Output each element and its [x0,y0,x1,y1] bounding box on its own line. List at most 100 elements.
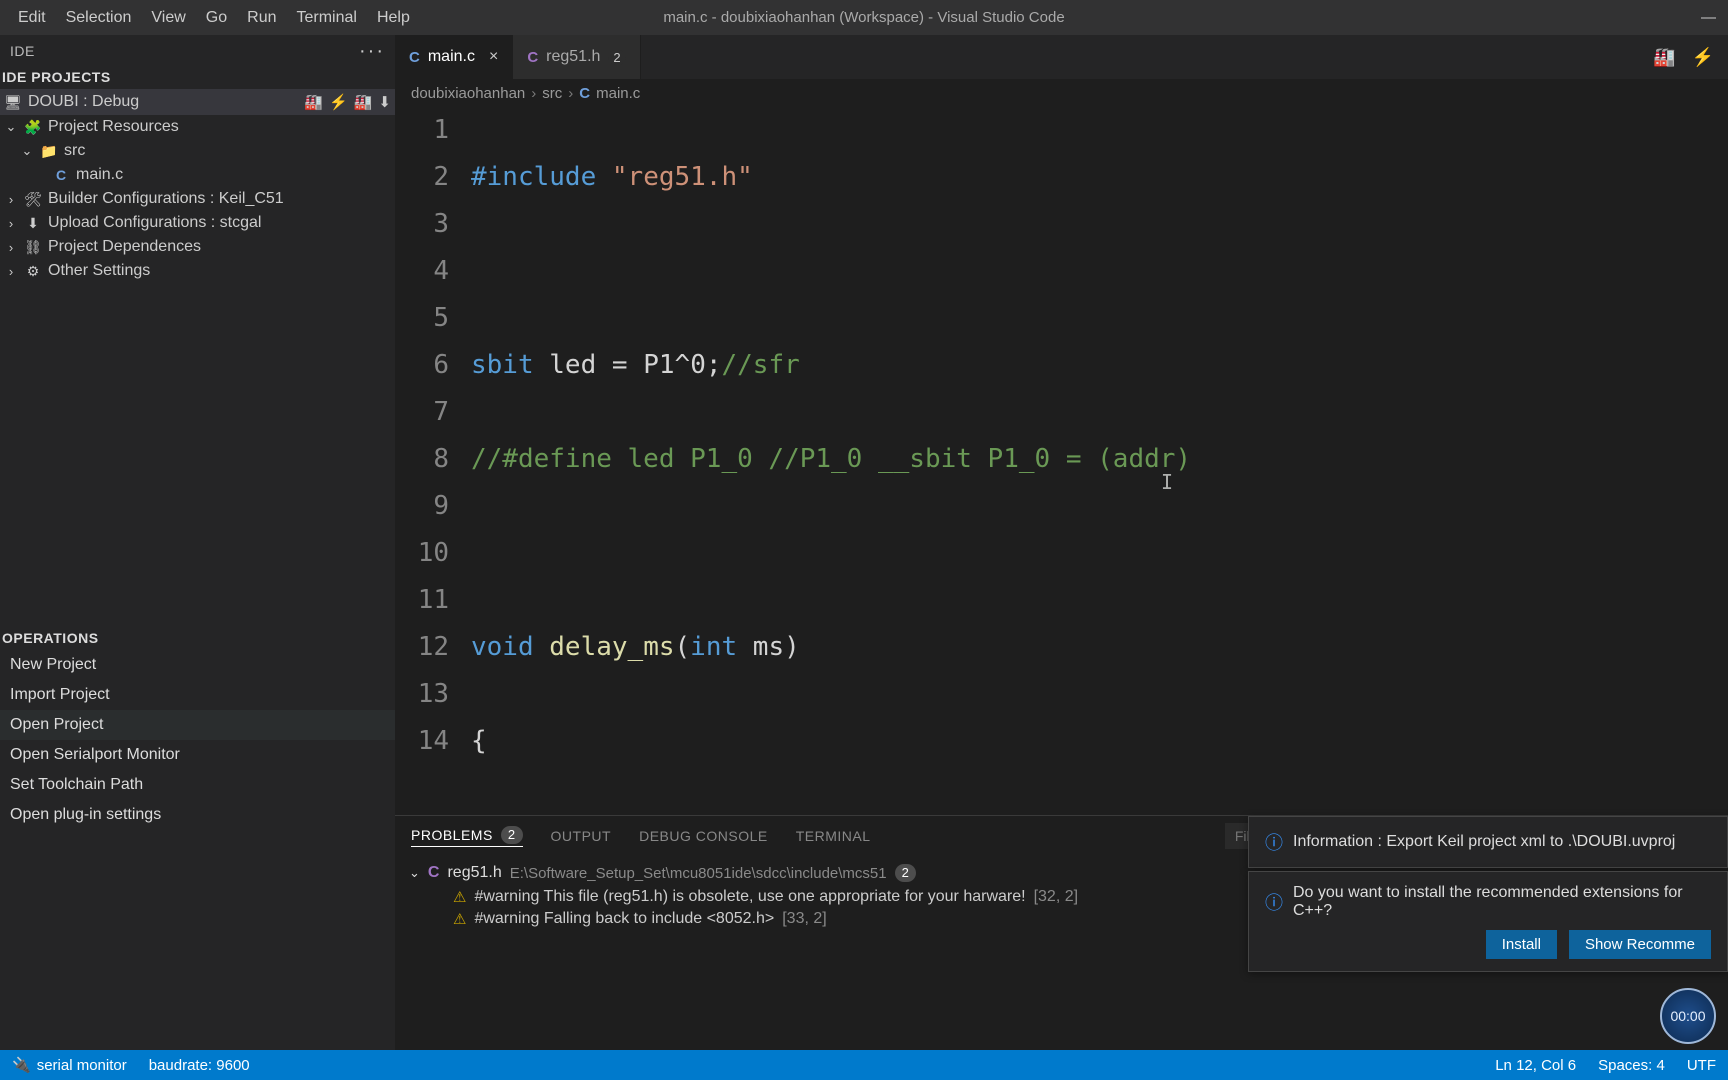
flash-icon[interactable]: ⚡ [1692,47,1714,68]
c-file-icon: C [579,85,590,102]
problem-file-count: 2 [895,864,916,882]
c-file-icon: C [428,864,440,882]
menu-terminal[interactable]: Terminal [287,3,367,33]
notification-text: Do you want to install the recommended e… [1293,884,1711,920]
crumb[interactable]: src [542,85,562,102]
chevron-right-icon: › [531,85,536,102]
menu-go[interactable]: Go [196,3,237,33]
tab-main-c[interactable]: C main.c × [395,35,513,79]
build-icon[interactable]: 🏭 [304,93,323,111]
close-icon[interactable]: × [489,48,498,66]
problem-text: #warning This file (reg51.h) is obsolete… [474,888,1025,906]
warning-icon: ⚠ [453,888,466,906]
tab-label: main.c [428,48,475,66]
code-content[interactable]: #include "reg51.h" sbit led = P1^0;//sfr… [471,107,1728,815]
chevron-right-icon: › [4,240,18,255]
status-ln-col[interactable]: Ln 12, Col 6 [1495,1057,1576,1074]
install-button[interactable]: Install [1486,930,1557,959]
op-plugin-settings[interactable]: Open plug-in settings [0,800,395,830]
menu-edit[interactable]: Edit [8,3,56,33]
package-icon[interactable]: 🏭 [354,93,373,111]
chevron-right-icon: › [4,264,18,279]
statusbar: 🔌 serial monitor baudrate: 9600 Ln 12, C… [0,1050,1728,1080]
tab-reg51-h[interactable]: C reg51.h 2 [513,35,640,79]
problem-location: [32, 2] [1034,888,1078,906]
status-serial-monitor[interactable]: 🔌 serial monitor [12,1056,127,1074]
notification-export: ⓘ Information : Export Keil project xml … [1248,816,1728,868]
menu-selection[interactable]: Selection [56,3,142,33]
wrench-icon: 🛠 [24,190,42,208]
tab-label: PROBLEMS [411,827,493,843]
c-file-icon: C [52,166,70,184]
crumb[interactable]: doubixiaohanhan [411,85,525,102]
menu-help[interactable]: Help [367,3,420,33]
section-ide-projects[interactable]: IDE PROJECTS [0,61,395,89]
show-recommendations-button[interactable]: Show Recomme [1569,930,1711,959]
status-baudrate[interactable]: baudrate: 9600 [149,1057,250,1074]
menu-view[interactable]: View [141,3,195,33]
problems-badge: 2 [501,826,523,844]
flash-icon[interactable]: ⚡ [329,93,348,111]
editor-area: C main.c × C reg51.h 2 🏭 ⚡ doubixiaohanh… [395,35,1728,1050]
tab-debug-console[interactable]: DEBUG CONSOLE [639,828,768,844]
chevron-down-icon: ⌄ [20,143,34,159]
op-new-project[interactable]: New Project [0,650,395,680]
tab-warning-count: 2 [608,50,625,65]
info-icon: ⓘ [1265,829,1283,855]
breadcrumb[interactable]: doubixiaohanhan › src › C main.c [395,79,1728,107]
project-row[interactable]: 🖥 DOUBI : Debug 🏭 ⚡ 🏭 ⬇ [0,89,395,115]
tree-main-c[interactable]: C main.c [0,163,395,187]
op-open-project[interactable]: Open Project [0,710,395,740]
tab-output[interactable]: OUTPUT [551,828,612,844]
tree-src[interactable]: ⌄ 📁 src [0,139,395,163]
code-editor[interactable]: 1234567 891011121314 #include "reg51.h" … [395,107,1728,815]
sidebar-title: IDE [10,43,35,59]
op-open-serial[interactable]: Open Serialport Monitor [0,740,395,770]
tab-label: reg51.h [546,48,600,66]
problem-location: [33, 2] [782,910,826,928]
menu-run[interactable]: Run [237,3,286,33]
tree-upload[interactable]: › ⬇ Upload Configurations : stcgal [0,211,395,235]
folder-icon: 📁 [40,142,58,160]
minimize-icon[interactable]: — [1701,9,1716,26]
section-operations[interactable]: OPERATIONS [0,622,395,650]
tree-project-resources[interactable]: ⌄ 🧩 Project Resources [0,115,395,139]
status-label: serial monitor [37,1057,127,1074]
status-encoding[interactable]: UTF [1687,1057,1716,1074]
op-set-toolchain[interactable]: Set Toolchain Path [0,770,395,800]
problem-file-path: E:\Software_Setup_Set\mcu8051ide\sdcc\in… [510,865,887,882]
more-icon[interactable]: ··· [359,40,385,63]
window-title: main.c - doubixiaohanhan (Workspace) - V… [663,9,1064,26]
tab-terminal[interactable]: TERMINAL [796,828,871,844]
line-gutter: 1234567 891011121314 [395,107,471,815]
notification-install: ⓘ Do you want to install the recommended… [1248,871,1728,972]
tree-label: Project Resources [48,118,179,136]
plug-icon: 🔌 [12,1056,31,1074]
tree-builder[interactable]: › 🛠 Builder Configurations : Keil_C51 [0,187,395,211]
operations-list: New Project Import Project Open Project … [0,650,395,830]
tab-problems[interactable]: PROBLEMS 2 [411,826,523,847]
folder-icon: 🧩 [24,118,42,136]
download-icon[interactable]: ⬇ [378,93,391,111]
text-cursor: I [1161,459,1163,485]
crumb[interactable]: main.c [596,85,640,102]
tree-label: main.c [76,166,123,184]
chevron-down-icon: ⌄ [409,865,420,881]
status-spaces[interactable]: Spaces: 4 [1598,1057,1665,1074]
notification-text: Information : Export Keil project xml to… [1293,833,1675,851]
tree-label: Upload Configurations : stcgal [48,214,261,232]
build-icon[interactable]: 🏭 [1653,47,1675,68]
tree-label: src [64,142,85,160]
op-import-project[interactable]: Import Project [0,680,395,710]
record-timer-badge[interactable]: 00:00 [1660,988,1716,1044]
timer-text: 00:00 [1670,1008,1705,1024]
tree-other[interactable]: › ⚙ Other Settings [0,259,395,283]
problem-text: #warning Falling back to include <8052.h… [474,910,774,928]
tree-deps[interactable]: › ⛓ Project Dependences [0,235,395,259]
download-icon: ⬇ [24,214,42,232]
deps-icon: ⛓ [24,238,42,256]
chevron-right-icon: › [4,216,18,231]
menubar: Edit Selection View Go Run Terminal Help [0,3,420,33]
c-file-icon: C [409,49,420,66]
chevron-right-icon: › [4,192,18,207]
